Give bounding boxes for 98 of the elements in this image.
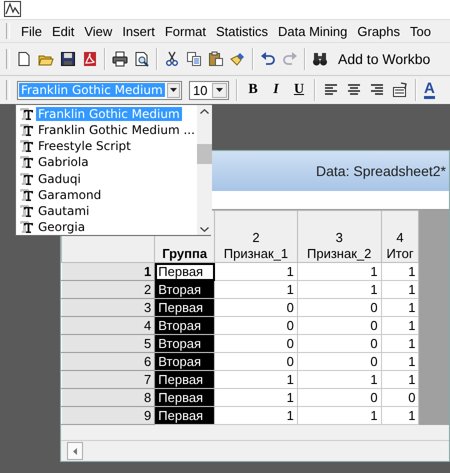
- column-header[interactable]: 2 Признак_1: [214, 210, 298, 262]
- table-cell: Первая: [154, 406, 215, 424]
- row-header[interactable]: 9: [62, 406, 155, 424]
- table-cell: Первая: [154, 262, 215, 280]
- dropdown-arrow-icon[interactable]: [216, 88, 223, 92]
- table-cell: 1: [214, 406, 298, 424]
- table-cell: 0: [297, 334, 382, 352]
- menu-item[interactable]: Edit: [46, 24, 80, 38]
- scroll-left-button[interactable]: [67, 442, 83, 460]
- properties-icon[interactable]: [392, 82, 408, 98]
- truetype-font-icon[interactable]: [20, 204, 33, 217]
- table-cell: 1: [381, 370, 419, 388]
- table-cell: Вторая: [154, 334, 215, 352]
- row-header[interactable]: 7: [62, 370, 155, 388]
- table-cell: 0: [297, 298, 382, 316]
- table-cell: Вторая: [154, 316, 215, 334]
- table-cell: 1: [381, 262, 419, 280]
- row-header[interactable]: 4: [62, 316, 155, 334]
- italic-button[interactable]: I: [268, 82, 284, 98]
- menu-item[interactable]: File: [16, 24, 47, 38]
- truetype-font-icon[interactable]: [20, 188, 33, 201]
- table-cell: 1: [214, 262, 298, 280]
- font-option[interactable]: Garamond: [36, 188, 104, 202]
- font-option[interactable]: Gautami: [36, 204, 92, 218]
- table-cell: 1: [381, 406, 419, 424]
- table-cell: 0: [214, 352, 298, 370]
- menu-item[interactable]: View: [79, 24, 118, 38]
- row-header[interactable]: 2: [62, 280, 155, 298]
- app-logo-icon[interactable]: [4, 1, 21, 17]
- table-cell: 1: [297, 406, 382, 424]
- truetype-font-icon[interactable]: [20, 220, 33, 233]
- table-cell: 1: [297, 280, 382, 298]
- row-header[interactable]: 8: [62, 388, 155, 406]
- font-color-button[interactable]: A: [424, 81, 435, 99]
- window-title: Data: Spreadsheet2*: [316, 163, 446, 179]
- table-cell: 0: [297, 316, 382, 334]
- truetype-font-icon[interactable]: [20, 124, 33, 136]
- table-cell: 0: [214, 316, 298, 334]
- menu-item[interactable]: Statistics: [211, 24, 274, 38]
- underline-button[interactable]: U: [291, 82, 307, 98]
- scroll-up-icon[interactable]: [200, 109, 209, 114]
- binoculars-icon[interactable]: [312, 51, 328, 67]
- table-cell: 1: [297, 370, 382, 388]
- truetype-font-icon[interactable]: [20, 108, 33, 120]
- font-option[interactable]: Franklin Gothic Medium ...: [36, 123, 197, 138]
- table-cell: 1: [214, 280, 298, 298]
- truetype-font-icon[interactable]: [20, 156, 33, 168]
- table-cell: 0: [297, 352, 382, 370]
- printer-icon[interactable]: [112, 51, 128, 67]
- table-cell: 1: [297, 262, 382, 280]
- row-header[interactable]: 3: [62, 298, 155, 316]
- font-option[interactable]: Freestyle Script: [36, 139, 133, 154]
- row-header[interactable]: 1: [62, 262, 155, 280]
- font-option[interactable]: Gaduqi: [36, 172, 83, 186]
- truetype-font-icon[interactable]: [20, 172, 33, 185]
- table-cell: 1: [214, 370, 298, 388]
- menu-item[interactable]: Insert: [117, 24, 160, 38]
- pdf-document-icon[interactable]: [82, 51, 98, 67]
- menu-item[interactable]: Data Mining: [273, 24, 352, 38]
- column-header[interactable]: 4 Итог: [381, 210, 419, 262]
- column-header[interactable]: 3 Признак_2: [297, 210, 382, 262]
- clipboard-icon[interactable]: [208, 51, 224, 67]
- scroll-down-icon[interactable]: [200, 227, 209, 232]
- table-cell: Первая: [154, 388, 215, 406]
- font-option[interactable]: Gabriola: [36, 155, 91, 170]
- table-cell: 1: [381, 352, 419, 370]
- table-cell: Вторая: [154, 280, 215, 298]
- truetype-font-icon[interactable]: [20, 140, 33, 152]
- menu-item[interactable]: Graphs: [352, 24, 406, 38]
- copy-icon[interactable]: [186, 51, 202, 67]
- left-arrow-icon[interactable]: [73, 448, 77, 454]
- table-cell: 1: [381, 280, 419, 298]
- undo-icon[interactable]: [260, 51, 276, 67]
- table-cell: 0: [381, 388, 419, 406]
- row-header[interactable]: 6: [62, 352, 155, 370]
- table-cell: 0: [214, 334, 298, 352]
- table-cell: Первая: [154, 370, 215, 388]
- table-cell: 0: [297, 388, 382, 406]
- paint-brush-icon[interactable]: [230, 51, 246, 67]
- table-cell: 1: [381, 298, 419, 316]
- print-preview-icon[interactable]: [134, 51, 150, 67]
- scrollbar-thumb[interactable]: [196, 144, 212, 164]
- dropdown-arrow-icon[interactable]: [170, 88, 177, 92]
- table-cell: 1: [381, 334, 419, 352]
- bold-button[interactable]: B: [245, 82, 261, 98]
- scissors-icon[interactable]: [164, 51, 180, 67]
- table-cell: 1: [381, 316, 419, 334]
- menu-item[interactable]: Format: [160, 24, 211, 38]
- font-size-field[interactable]: 10: [189, 80, 229, 100]
- add-to-workbook-button[interactable]: Add to Workbo: [338, 51, 430, 67]
- row-header[interactable]: 5: [62, 334, 155, 352]
- table-cell: 0: [214, 298, 298, 316]
- new-document-icon[interactable]: [16, 51, 32, 67]
- table-cell: Вторая: [154, 352, 215, 370]
- table-cell: Первая: [154, 298, 215, 316]
- menu-item[interactable]: Too: [405, 24, 436, 38]
- font-option[interactable]: Georgia: [36, 220, 88, 234]
- table-cell: 1: [214, 388, 298, 406]
